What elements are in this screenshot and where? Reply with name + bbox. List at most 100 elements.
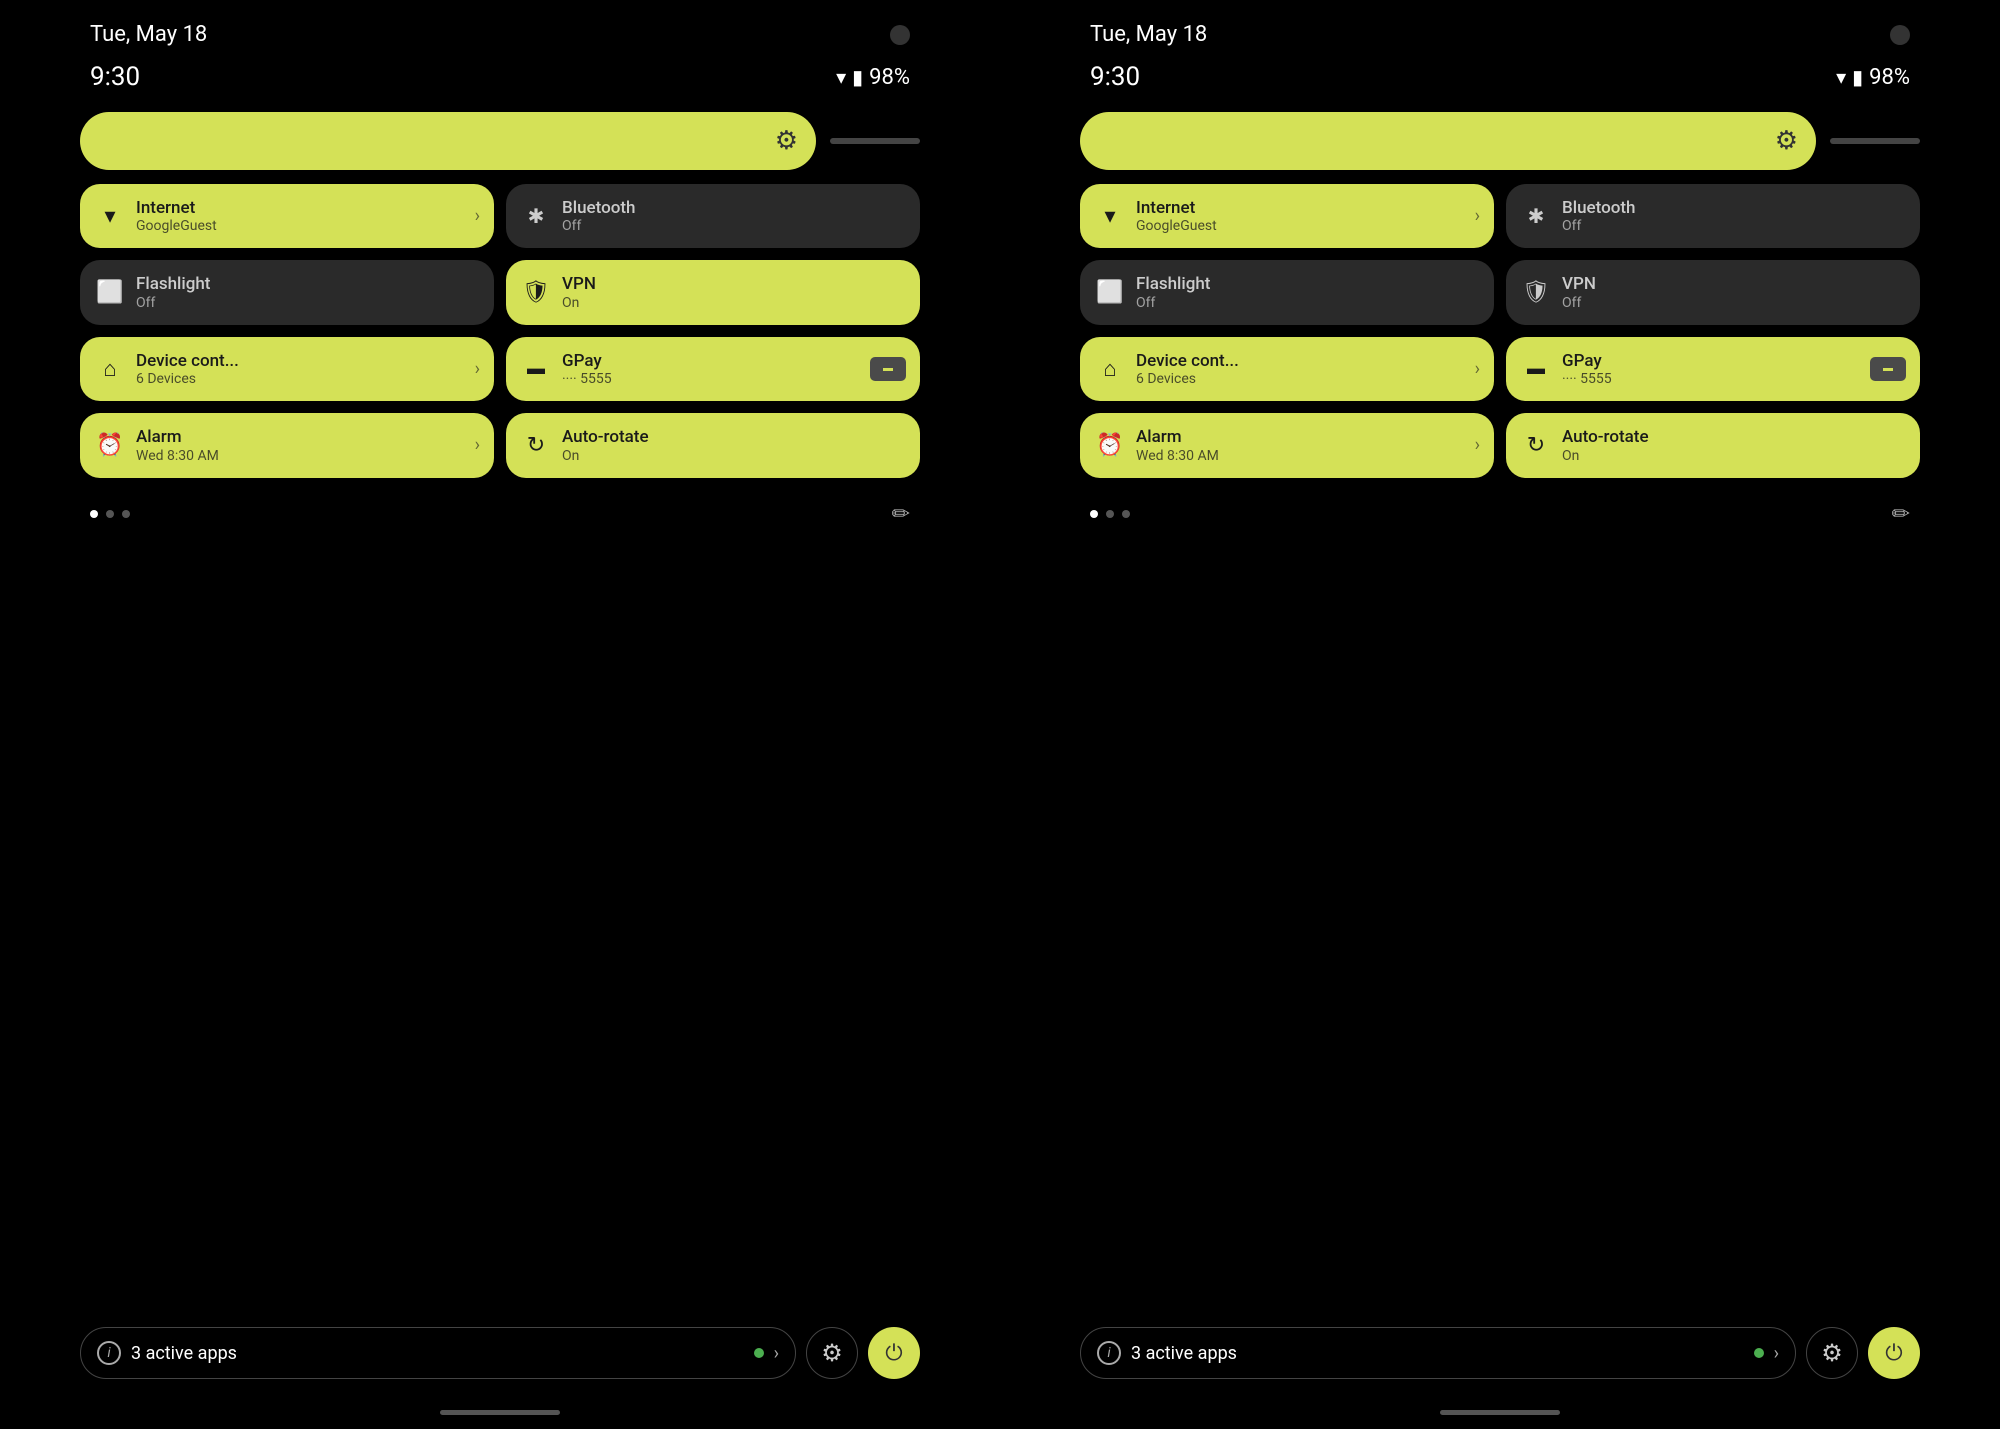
time-battery-right: 9:30 ▾ ▮ 98%	[1080, 57, 1920, 112]
tile-device-right[interactable]: ⌂ Device cont... 6 Devices ›	[1080, 337, 1494, 401]
info-symbol-left: i	[107, 1345, 110, 1361]
tile-autorotate-right[interactable]: ↻ Auto-rotate On	[1506, 413, 1920, 477]
tile-text-autorotate-right: Auto-rotate On	[1562, 427, 1649, 463]
tile-subtitle-bluetooth-right: Off	[1562, 218, 1636, 234]
tile-title-autorotate-left: Auto-rotate	[562, 427, 649, 447]
tile-subtitle-device-right: 6 Devices	[1136, 371, 1239, 387]
tile-subtitle-gpay-left: ···· 5555	[562, 371, 612, 387]
tile-subtitle-flashlight-right: Off	[1136, 295, 1210, 311]
device-arrow-left: ›	[475, 358, 480, 379]
tile-text-alarm-left: Alarm Wed 8:30 AM	[136, 427, 219, 463]
tile-subtitle-device-left: 6 Devices	[136, 371, 239, 387]
bottom-power-icon-left: ⏻	[885, 1341, 902, 1366]
device-icon-right: ⌂	[1096, 356, 1124, 382]
apps-text-left: 3 active apps	[131, 1343, 744, 1364]
tile-text-device-right: Device cont... 6 Devices	[1136, 351, 1239, 387]
brightness-pill-right[interactable]: ⚙	[1080, 112, 1816, 170]
tile-subtitle-gpay-right: ···· 5555	[1562, 371, 1612, 387]
tile-subtitle-internet-left: GoogleGuest	[136, 218, 217, 234]
tile-title-internet-left: Internet	[136, 198, 217, 218]
tile-alarm-right[interactable]: ⏰ Alarm Wed 8:30 AM ›	[1080, 413, 1494, 477]
bluetooth-icon-right: ✱	[1522, 204, 1550, 228]
battery-icon-right: ▮	[1852, 65, 1863, 89]
tiles-grid-left: ▾ Internet GoogleGuest › ✱ Bluetooth Off…	[80, 184, 920, 478]
tile-title-autorotate-right: Auto-rotate	[1562, 427, 1649, 447]
status-bar-left: Tue, May 18	[80, 0, 920, 57]
dot-1-left[interactable]	[90, 510, 98, 518]
brightness-gear-icon-left[interactable]: ⚙	[775, 126, 798, 156]
flashlight-icon-right: ⬜	[1096, 280, 1124, 305]
tile-autorotate-left[interactable]: ↻ Auto-rotate On	[506, 413, 920, 477]
tile-vpn-right[interactable]: 🛡 VPN Off	[1506, 260, 1920, 324]
vpn-icon-left: 🛡	[522, 280, 550, 305]
tile-text-device-left: Device cont... 6 Devices	[136, 351, 239, 387]
tile-title-flashlight-left: Flashlight	[136, 274, 210, 294]
brightness-slider-right[interactable]	[1830, 138, 1920, 144]
bottom-power-button-left[interactable]: ⏻	[868, 1327, 920, 1379]
edit-icon-right[interactable]: ✏	[1892, 502, 1910, 527]
tile-subtitle-bluetooth-left: Off	[562, 218, 636, 234]
tile-bluetooth-right[interactable]: ✱ Bluetooth Off	[1506, 184, 1920, 248]
bottom-power-button-right[interactable]: ⏻	[1868, 1327, 1920, 1379]
dot-1-right[interactable]	[1090, 510, 1098, 518]
autorotate-icon-right: ↻	[1522, 433, 1550, 458]
edit-icon-left[interactable]: ✏	[892, 502, 910, 527]
tile-gpay-left[interactable]: ▬ GPay ···· 5555 ▬	[506, 337, 920, 401]
tile-text-bluetooth-right: Bluetooth Off	[1562, 198, 1636, 234]
green-dot-right	[1754, 1348, 1764, 1358]
dots-row-left: ✏	[80, 494, 920, 535]
brightness-gear-icon-right[interactable]: ⚙	[1775, 126, 1798, 156]
device-icon-left: ⌂	[96, 356, 124, 382]
info-icon-left: i	[97, 1341, 121, 1365]
tile-bluetooth-left[interactable]: ✱ Bluetooth Off	[506, 184, 920, 248]
tile-title-device-left: Device cont...	[136, 351, 239, 371]
tile-gpay-right[interactable]: ▬ GPay ···· 5555 ▬	[1506, 337, 1920, 401]
active-apps-pill-left[interactable]: i 3 active apps ›	[80, 1327, 796, 1379]
tile-internet-left[interactable]: ▾ Internet GoogleGuest ›	[80, 184, 494, 248]
gpay-icon-right: ▬	[1522, 358, 1550, 379]
battery-icon-left: ▮	[852, 65, 863, 89]
active-apps-pill-right[interactable]: i 3 active apps ›	[1080, 1327, 1796, 1379]
alarm-icon-right: ⏰	[1096, 433, 1124, 458]
tile-internet-right[interactable]: ▾ Internet GoogleGuest ›	[1080, 184, 1494, 248]
tile-text-vpn-left: VPN On	[562, 274, 596, 310]
wifi-status-icon-left: ▾	[836, 65, 846, 89]
tile-vpn-left[interactable]: 🛡 VPN On	[506, 260, 920, 324]
tile-title-internet-right: Internet	[1136, 198, 1217, 218]
bottom-gear-button-right[interactable]: ⚙	[1806, 1327, 1858, 1379]
time-battery-left: 9:30 ▾ ▮ 98%	[80, 57, 920, 112]
tile-flashlight-right[interactable]: ⬜ Flashlight Off	[1080, 260, 1494, 324]
dot-2-right[interactable]	[1106, 510, 1114, 518]
dot-2-left[interactable]	[106, 510, 114, 518]
bottom-gear-icon-left: ⚙	[821, 1339, 843, 1367]
tile-title-vpn-right: VPN	[1562, 274, 1596, 294]
tile-flashlight-left[interactable]: ⬜ Flashlight Off	[80, 260, 494, 324]
tile-alarm-left[interactable]: ⏰ Alarm Wed 8:30 AM ›	[80, 413, 494, 477]
status-bar-right: Tue, May 18	[1080, 0, 1920, 57]
internet-arrow-right: ›	[1475, 206, 1480, 227]
info-icon-right: i	[1097, 1341, 1121, 1365]
page-dots-right	[1090, 510, 1130, 518]
gpay-card-icon-left: ▬	[870, 357, 906, 381]
tile-title-bluetooth-left: Bluetooth	[562, 198, 636, 218]
gpay-icon-left: ▬	[522, 358, 550, 379]
tile-text-alarm-right: Alarm Wed 8:30 AM	[1136, 427, 1219, 463]
alarm-arrow-right: ›	[1475, 435, 1480, 456]
apps-arrow-right[interactable]: ›	[1774, 1343, 1779, 1364]
tile-subtitle-vpn-left: On	[562, 295, 596, 311]
apps-arrow-left[interactable]: ›	[774, 1343, 779, 1364]
internet-icon-left: ▾	[96, 204, 124, 229]
tile-device-left[interactable]: ⌂ Device cont... 6 Devices ›	[80, 337, 494, 401]
bottom-gear-button-left[interactable]: ⚙	[806, 1327, 858, 1379]
brightness-pill-left[interactable]: ⚙	[80, 112, 816, 170]
tile-text-internet-left: Internet GoogleGuest	[136, 198, 217, 234]
info-symbol-right: i	[1107, 1345, 1110, 1361]
tile-subtitle-vpn-right: Off	[1562, 295, 1596, 311]
time-right: 9:30	[1090, 62, 1140, 92]
tiles-grid-right: ▾ Internet GoogleGuest › ✱ Bluetooth Off…	[1080, 184, 1920, 478]
brightness-slider-left[interactable]	[830, 138, 920, 144]
internet-icon-right: ▾	[1096, 204, 1124, 229]
dot-3-left[interactable]	[122, 510, 130, 518]
home-indicator-left	[440, 1410, 560, 1415]
dot-3-right[interactable]	[1122, 510, 1130, 518]
